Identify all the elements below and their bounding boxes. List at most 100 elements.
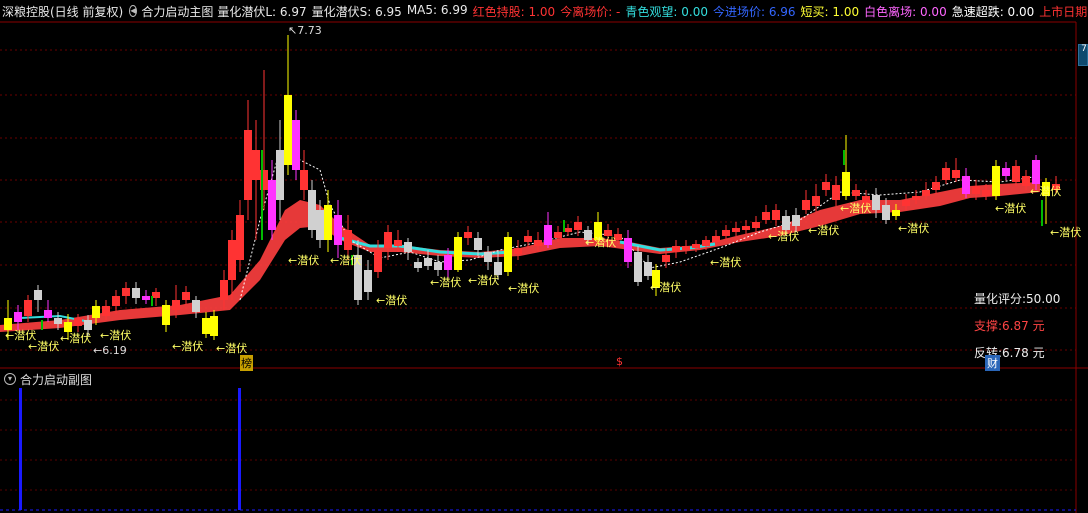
candle-body [92, 306, 100, 318]
candle-body [434, 262, 442, 270]
candle-body [662, 255, 670, 262]
candle-body [454, 237, 462, 270]
candle-body [474, 238, 482, 250]
candle-body [672, 246, 680, 252]
candle-body [534, 240, 542, 246]
candle-body [374, 250, 382, 272]
candle-body [74, 318, 82, 326]
candle-body [464, 232, 472, 238]
candle-body [524, 236, 532, 242]
indicator-item: 今进场价: 6.96 [712, 4, 796, 19]
stock-name[interactable]: 深粮控股(日线 前复权) [2, 3, 123, 20]
sub-signal-bar [238, 388, 241, 510]
candle-body [276, 150, 284, 200]
qianfu-label: ←潜伏 [172, 340, 204, 353]
support-value: 6.87 元 [1002, 319, 1045, 333]
candle-body [942, 168, 950, 180]
indicator-values: 量化潜伏L: 6.97 量化潜伏S: 6.95 MA5: 6.99 红色持股: 1.0… [217, 3, 1088, 20]
candle-body [554, 232, 562, 238]
candle-body [932, 182, 940, 190]
sub-indicator-name[interactable]: 合力启动副图 [20, 371, 92, 388]
candle-body [44, 310, 52, 318]
qianfu-label: ←潜伏 [376, 294, 408, 307]
qianfu-label: ←潜伏 [768, 230, 800, 243]
candle-body [84, 320, 92, 330]
kline-chart[interactable] [0, 0, 1088, 513]
candle-body [324, 205, 332, 240]
indicator-item: 短买: 1.00 [800, 4, 860, 19]
indicator-item: 量化潜伏S: 6.95 [311, 4, 402, 19]
candle-body [772, 210, 780, 220]
indicator-menu-icon[interactable]: ◀ [129, 5, 138, 17]
qianfu-label: ←潜伏 [995, 202, 1027, 215]
candle-body [832, 185, 840, 200]
sub-indicator-menu-icon[interactable]: ▾ [4, 373, 16, 385]
candle-body [54, 318, 62, 324]
high-price-label: ↖7.73 [288, 24, 322, 37]
candle-body [504, 237, 512, 272]
sub-chart-header: ▾ 合力启动副图 [0, 370, 92, 388]
candle-body [244, 130, 252, 200]
bang-marker[interactable]: 榜 [240, 355, 253, 371]
qianfu-label: ←潜伏 [710, 256, 742, 269]
price-axis-tab-label: 7 [1081, 44, 1087, 54]
candle-body [334, 215, 342, 245]
qianfu-label: ←潜伏 [28, 340, 60, 353]
candle-body [962, 176, 970, 194]
candle-body [424, 258, 432, 266]
candle-body [712, 236, 720, 242]
candle-body [1022, 176, 1030, 186]
indicator-item: 上市日期: [1039, 4, 1088, 19]
score-info: 量化评分:50.00 [974, 290, 1060, 307]
candle-body [732, 228, 740, 232]
qianfu-label: ←潜伏 [808, 224, 840, 237]
ma-ribbon [0, 182, 1040, 332]
candle-body [14, 312, 22, 322]
candle-body [1032, 160, 1040, 184]
candle-body [162, 305, 170, 325]
reverse-value: 6.78 元 [1002, 346, 1045, 360]
candle-body [284, 95, 292, 165]
qianfu-label: ←潜伏 [585, 236, 617, 249]
candle-body [872, 195, 880, 210]
indicator-item: 白色离场: 0.00 [864, 4, 947, 19]
candle-body [112, 296, 120, 306]
low-price-label: ←6.19 [93, 344, 127, 357]
candle-body [852, 190, 860, 196]
indicator-item: 青色观望: 0.00 [625, 4, 708, 19]
dollar-marker[interactable]: $ [616, 355, 623, 368]
candle-body [236, 215, 244, 260]
candle-body [882, 205, 890, 220]
candle-body [1012, 166, 1020, 182]
candle-body [902, 200, 910, 206]
candle-body [564, 228, 572, 232]
main-indicator-name[interactable]: 合力启动主图 [141, 3, 213, 20]
candle-body [192, 300, 200, 312]
candle-body [268, 180, 276, 230]
qianfu-label: ←潜伏 [60, 332, 92, 345]
candle-body [34, 290, 42, 300]
qianfu-label: ←潜伏 [840, 202, 872, 215]
qianfu-label: ←潜伏 [1030, 185, 1062, 198]
score-value: 50.00 [1026, 292, 1061, 306]
candle-body [892, 210, 900, 216]
candle-body [722, 230, 730, 236]
candle-body [812, 196, 820, 206]
candle-body [404, 242, 412, 252]
candle-body [252, 150, 260, 180]
candle-body [702, 240, 710, 246]
candle-body [316, 210, 324, 240]
candle-body [802, 200, 810, 210]
candle-body [982, 190, 990, 196]
candle-body [384, 232, 392, 248]
candle-body [132, 288, 140, 298]
candle-body [624, 238, 632, 262]
candle-body [308, 190, 316, 230]
indicator-item: 急速超跌: 0.00 [951, 4, 1035, 19]
candle-body [842, 172, 850, 196]
candle-body [574, 222, 582, 230]
finance-marker[interactable]: 财 [985, 355, 1000, 371]
candle-body [122, 288, 130, 296]
candle-body [364, 270, 372, 292]
candle-body [742, 226, 750, 230]
